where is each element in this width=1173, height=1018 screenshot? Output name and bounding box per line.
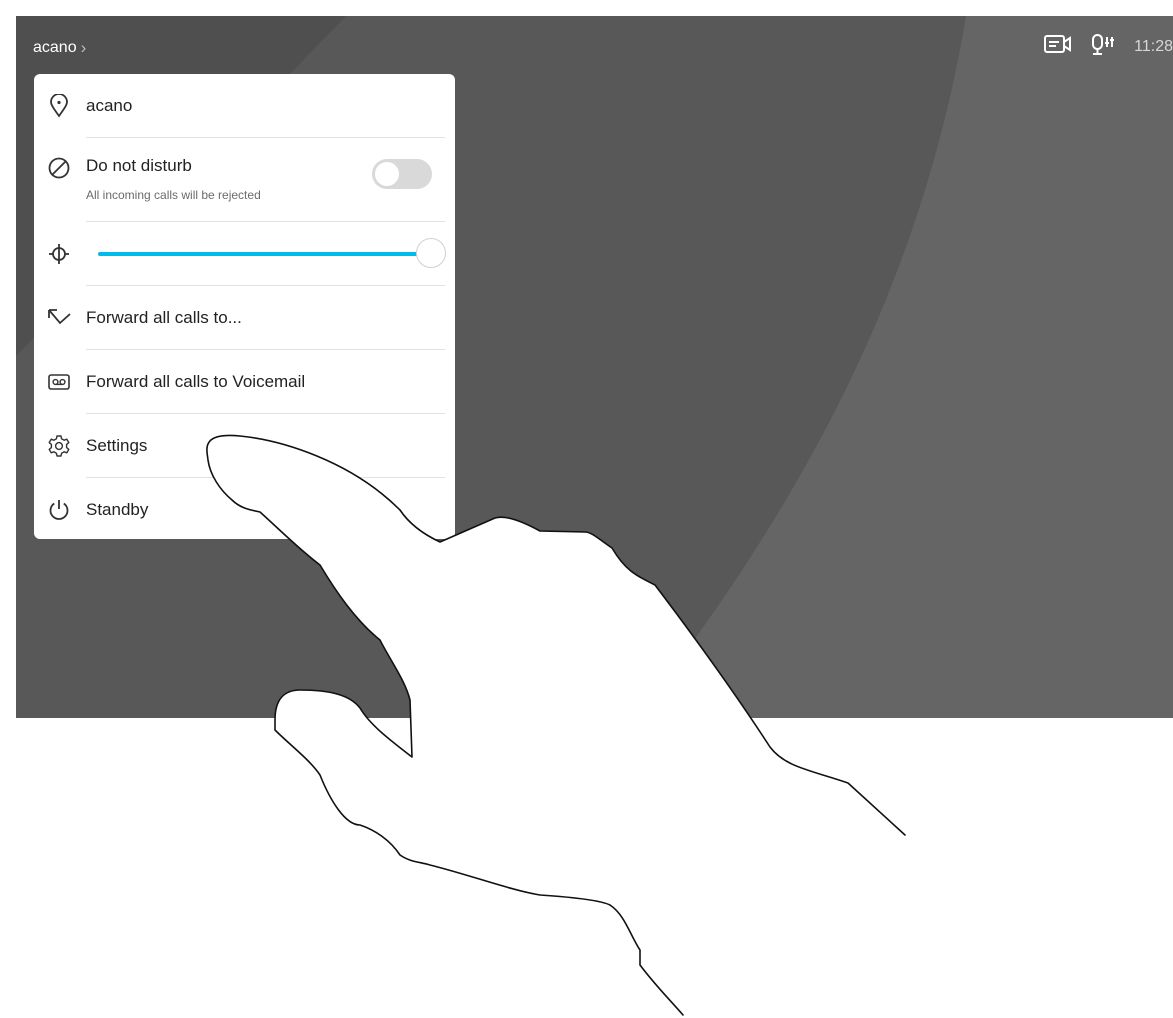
gear-icon [46,433,72,459]
menu-item-label: Settings [86,436,148,455]
status-area: 11:28 [1044,33,1173,62]
menu-item-settings[interactable]: Settings [34,414,455,478]
menu-item-forward-voicemail[interactable]: Forward all calls to Voicemail [34,350,455,414]
device-screen: acano › 11:28 acano Do not disturb All i… [16,16,1173,718]
location-pin-icon [46,93,72,119]
voicemail-icon [46,369,72,395]
camera-icon[interactable] [1044,34,1072,61]
microphone-icon[interactable] [1090,33,1116,62]
menu-item-label: Forward all calls to... [86,308,242,327]
device-menu: acano Do not disturb All incoming calls … [34,74,455,539]
chevron-right-icon: › [80,38,87,57]
prohibited-icon [46,155,72,181]
breadcrumb-label: acano [33,39,77,56]
menu-item-brightness [34,222,455,286]
menu-item-standby[interactable]: Standby [34,478,455,542]
breadcrumb[interactable]: acano › [33,36,86,60]
brightness-slider-thumb[interactable] [416,238,446,268]
menu-item-forward-calls[interactable]: Forward all calls to... [34,286,455,350]
menu-item-label: acano [86,96,133,115]
brightness-icon [46,241,72,267]
menu-item-do-not-disturb[interactable]: Do not disturb All incoming calls will b… [34,138,455,222]
brightness-slider-track[interactable] [98,252,432,256]
menu-item-label: Standby [86,500,149,519]
menu-item-label: Do not disturb [86,156,192,175]
menu-item-label: Forward all calls to Voicemail [86,372,306,391]
power-icon [46,497,72,523]
menu-item-sublabel: All incoming calls will be rejected [86,188,261,202]
clock: 11:28 [1134,38,1173,55]
forward-arrow-icon [46,305,72,331]
dnd-toggle[interactable] [372,159,432,189]
menu-item-location[interactable]: acano [34,74,455,138]
toggle-knob [375,162,399,186]
